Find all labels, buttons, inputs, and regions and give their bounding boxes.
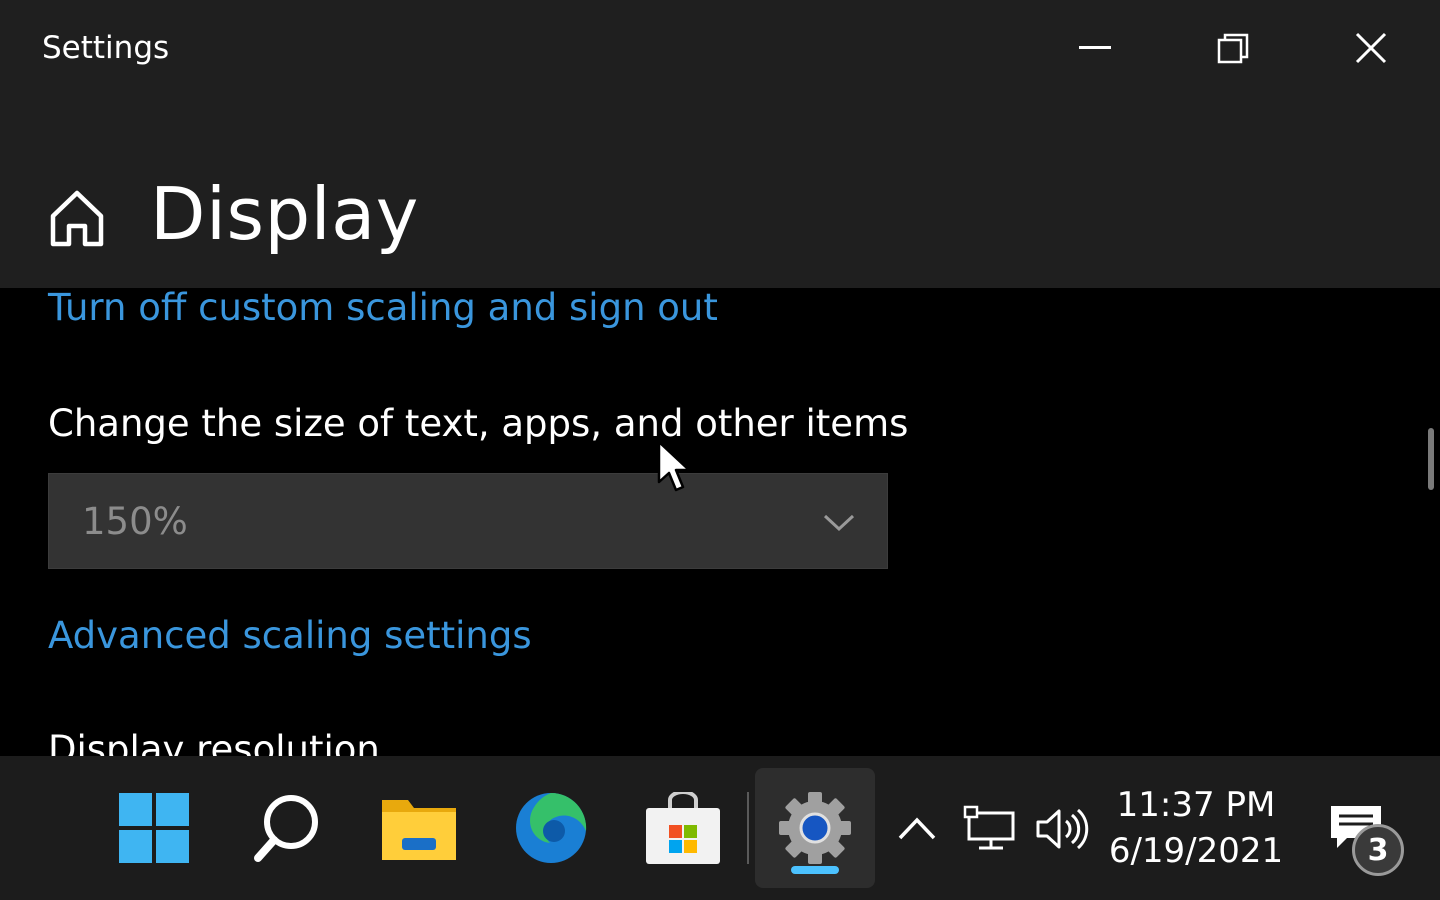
taskbar-store[interactable]: [623, 768, 743, 888]
taskbar-separator: [747, 792, 749, 864]
notification-count-badge: 3: [1352, 824, 1404, 876]
home-icon[interactable]: [48, 188, 106, 250]
close-icon: [1355, 32, 1387, 64]
chevron-up-icon: [898, 817, 936, 840]
scale-label: Change the size of text, apps, and other…: [48, 402, 909, 445]
windows-logo-icon: [119, 793, 189, 863]
display-resolution-heading: Display resolution: [48, 728, 380, 756]
scrollbar-thumb[interactable]: [1428, 428, 1434, 490]
settings-content[interactable]: Turn off custom scaling and sign out Cha…: [0, 288, 1440, 756]
volume-button[interactable]: [1034, 806, 1090, 852]
page-header: Display: [0, 104, 1440, 288]
scale-dropdown[interactable]: 150%: [48, 473, 888, 569]
chevron-down-icon: [823, 514, 855, 532]
search-icon: [254, 795, 318, 862]
mouse-cursor-icon: [657, 440, 691, 492]
taskbar: 11:37 PM 6/19/2021 3: [0, 756, 1440, 900]
edge-icon: [516, 792, 587, 863]
turn-off-custom-scaling-link[interactable]: Turn off custom scaling and sign out: [48, 288, 718, 329]
scale-dropdown-value: 150%: [82, 500, 188, 543]
taskbar-clock[interactable]: 11:37 PM 6/19/2021: [1108, 782, 1284, 874]
window-title: Settings: [42, 30, 170, 66]
show-hidden-icons-button[interactable]: [895, 808, 939, 848]
close-button[interactable]: [1341, 20, 1401, 76]
volume-icon: [1036, 808, 1089, 850]
network-button[interactable]: [962, 804, 1016, 852]
folder-icon: [382, 800, 456, 860]
minimize-button[interactable]: [1065, 20, 1125, 76]
taskbar-start-button[interactable]: [94, 768, 214, 888]
store-icon: [646, 792, 720, 864]
advanced-scaling-link[interactable]: Advanced scaling settings: [48, 614, 532, 657]
restore-icon: [1217, 33, 1249, 64]
taskbar-search-button[interactable]: [227, 768, 347, 888]
clock-time: 11:37 PM: [1116, 785, 1276, 825]
taskbar-file-explorer[interactable]: [359, 768, 479, 888]
network-icon: [963, 805, 1015, 850]
restore-button[interactable]: [1203, 20, 1263, 76]
taskbar-edge[interactable]: [491, 768, 611, 888]
gear-icon: [779, 792, 851, 864]
clock-date: 6/19/2021: [1108, 831, 1284, 871]
title-bar: Settings: [0, 0, 1440, 104]
page-title: Display: [150, 172, 419, 256]
minimize-icon: [1079, 46, 1111, 49]
active-app-indicator: [791, 866, 839, 874]
taskbar-settings[interactable]: [755, 768, 875, 888]
